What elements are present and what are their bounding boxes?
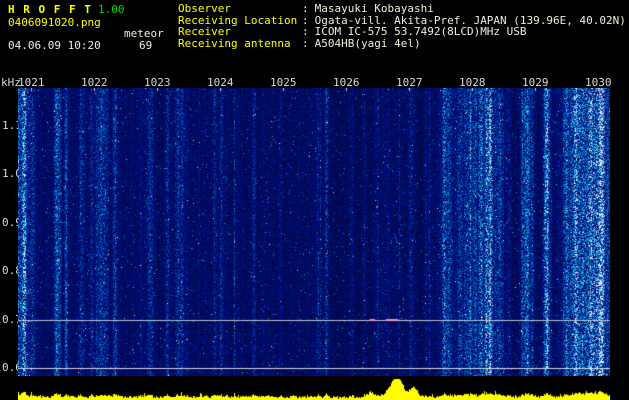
- info-label: Observer: [178, 2, 231, 15]
- app-title: H R O F F T: [8, 3, 92, 16]
- observation-datetime: 04.06.09 10:20: [8, 39, 101, 52]
- info-row-antenna: Receiving antenna: A504HB(yagi 4el): [178, 36, 626, 50]
- signal-level-strip: [18, 378, 610, 400]
- output-filename: 0406091020.png: [8, 16, 101, 29]
- info-separator: :: [302, 36, 309, 50]
- info-label: Receiver: [178, 25, 231, 38]
- spectrogram-waterfall: [18, 88, 610, 376]
- info-label: Receiving antenna: [178, 36, 291, 50]
- observation-info: Observer: Masayuki Kobayashi Receiving Lo…: [178, 3, 626, 49]
- app-version: 1.00: [98, 3, 125, 16]
- echo-count: 69: [139, 39, 153, 52]
- info-value: A504HB(yagi 4el): [314, 36, 421, 50]
- hrofft-output-window: H R O F F T 1.00 0406091020.png meteor 0…: [0, 0, 629, 400]
